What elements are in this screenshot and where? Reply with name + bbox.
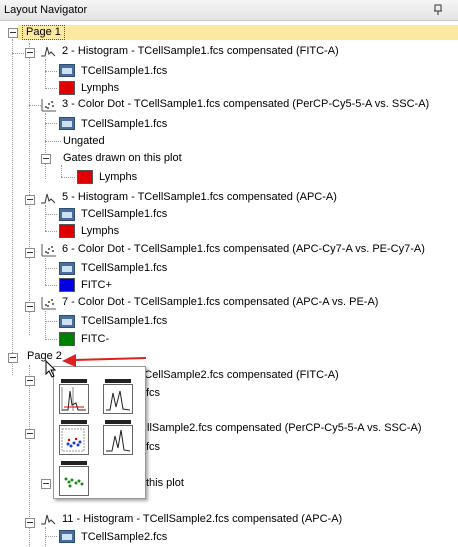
collapse-icon[interactable]	[8, 353, 18, 363]
collapse-icon[interactable]	[25, 518, 35, 528]
histogram-icon	[41, 514, 56, 525]
gate-label[interactable]: Lymphs	[81, 82, 119, 94]
tree-line	[45, 527, 46, 547]
sample-file-label[interactable]: fcs	[146, 387, 160, 399]
plot-thumbnail[interactable]	[59, 420, 89, 455]
tree-line	[45, 258, 46, 285]
tree-line	[12, 39, 13, 375]
tree-line	[45, 536, 57, 537]
tree-line	[45, 214, 57, 215]
histogram-thumbnail-icon	[106, 429, 131, 452]
collapse-icon[interactable]	[25, 376, 35, 386]
sample-file-label[interactable]: TCellSample1.fcs	[81, 262, 167, 274]
tree-line	[45, 205, 46, 231]
histogram-thumbnail-icon	[106, 390, 131, 411]
histogram-icon	[41, 46, 56, 57]
collapse-icon[interactable]	[25, 302, 35, 312]
sample-file-label[interactable]: TCellSample1.fcs	[81, 315, 167, 327]
tree-line	[45, 71, 57, 72]
title-bar: Layout Navigator	[0, 0, 458, 21]
gate-color-swatch	[59, 332, 75, 346]
sample-file-label[interactable]: TCellSample2.fcs	[81, 531, 167, 543]
gates-drawn-label[interactable]: Gates drawn on this plot	[63, 152, 182, 164]
red-arrow-icon	[62, 354, 147, 367]
window-title: Layout Navigator	[4, 4, 88, 16]
collapse-icon[interactable]	[41, 479, 51, 489]
mouse-cursor-icon	[45, 360, 57, 378]
file-icon	[59, 315, 75, 328]
file-icon	[59, 117, 75, 130]
histogram-icon	[41, 193, 56, 204]
plot-node-title[interactable]: 6 - Color Dot - TCellSample1.fcs compens…	[62, 243, 425, 255]
tree-line	[45, 141, 61, 142]
page-1-selection	[18, 25, 458, 40]
file-icon	[59, 262, 75, 275]
tree-line	[29, 105, 41, 106]
tree-node-page-1[interactable]: Page 1	[22, 25, 65, 40]
plot-node-title[interactable]: 2 - Histogram - TCellSample1.fcs compens…	[62, 45, 339, 57]
tree-line	[45, 231, 57, 232]
plot-node-title[interactable]: 5 - Histogram - TCellSample1.fcs compens…	[62, 191, 337, 203]
tree-line	[12, 53, 26, 54]
sample-file-label[interactable]: TCellSample1.fcs	[81, 208, 167, 220]
plot-node-title[interactable]: llSample2.fcs compensated (PerCP-Cy5-5-A…	[147, 422, 421, 434]
histogram-thumbnail-icon	[61, 387, 86, 411]
collapse-icon[interactable]	[25, 195, 35, 205]
gate-color-swatch	[77, 170, 93, 184]
gate-color-swatch	[59, 224, 75, 238]
dotplot-thumbnail-icon	[64, 477, 84, 488]
dotplot-icon	[41, 297, 56, 310]
collapse-icon[interactable]	[25, 48, 35, 58]
tree-line	[45, 88, 57, 89]
pin-icon[interactable]	[432, 4, 444, 16]
plot-node-title[interactable]: 11 - Histogram - TCellSample2.fcs compen…	[62, 513, 342, 525]
plot-node-title[interactable]: 7 - Color Dot - TCellSample1.fcs compens…	[62, 296, 378, 308]
plot-thumbnail[interactable]	[59, 379, 89, 414]
page-preview-popup	[53, 366, 146, 499]
dotplot-thumbnail-icon	[61, 428, 85, 452]
collapse-icon[interactable]	[25, 429, 35, 439]
dotplot-icon	[41, 244, 56, 257]
file-icon	[59, 530, 75, 543]
plot-thumbnail[interactable]	[103, 379, 133, 414]
tree-line	[29, 43, 30, 335]
file-icon	[59, 208, 75, 221]
sample-file-label[interactable]: fcs	[146, 441, 160, 453]
plot-node-title[interactable]: 3 - Color Dot - TCellSample1.fcs compens…	[62, 98, 429, 110]
collapse-icon[interactable]	[25, 248, 35, 258]
tree-line	[45, 59, 46, 87]
sample-file-label[interactable]: TCellSample1.fcs	[81, 118, 167, 130]
file-icon	[59, 64, 75, 77]
gate-label[interactable]: FITC+	[81, 279, 112, 291]
collapse-icon[interactable]	[41, 154, 51, 164]
ungated-label[interactable]: Ungated	[63, 135, 105, 147]
gates-drawn-label[interactable]: this plot	[146, 477, 184, 489]
gate-color-swatch	[59, 81, 75, 95]
gate-label[interactable]: Lymphs	[81, 225, 119, 237]
collapse-icon[interactable]	[8, 28, 18, 38]
tree-line	[45, 311, 46, 338]
plot-thumbnail[interactable]	[59, 461, 89, 496]
plot-thumbnail[interactable]	[103, 420, 133, 455]
dotplot-icon	[41, 99, 56, 112]
gate-label[interactable]: Lymphs	[99, 171, 137, 183]
gate-color-swatch	[59, 278, 75, 292]
tree-line	[45, 123, 57, 124]
sample-file-label[interactable]: TCellSample1.fcs	[81, 65, 167, 77]
gate-label[interactable]: FITC-	[81, 333, 109, 345]
tree-line	[45, 339, 57, 340]
tree-line	[45, 321, 57, 322]
tree-line	[61, 177, 75, 178]
tree-line	[45, 268, 57, 269]
tree-line	[45, 285, 57, 286]
tree-line	[61, 165, 62, 177]
